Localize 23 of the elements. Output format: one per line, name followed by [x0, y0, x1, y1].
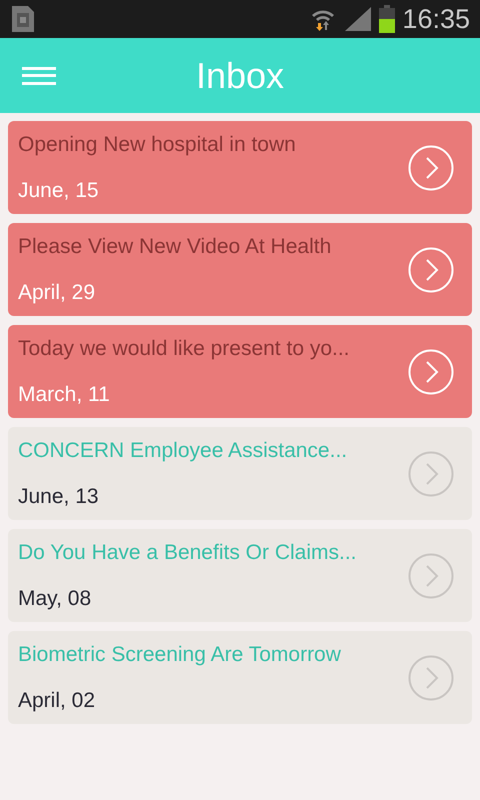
message-date: April, 29: [18, 280, 96, 306]
message-date: June, 13: [18, 484, 100, 510]
message-card[interactable]: Do You Have a Benefits Or Claims... May, 08: [8, 529, 472, 622]
signal-icon: [344, 6, 372, 32]
message-title: Today we would like present to yo...: [18, 336, 351, 362]
message-title: Please View New Video At Health: [18, 234, 332, 260]
message-title: Biometric Screening Are Tomorrow: [18, 642, 342, 668]
clock-time: 16:35: [402, 2, 470, 36]
chevron-right-icon[interactable]: [408, 654, 454, 700]
chevron-right-icon[interactable]: [408, 450, 454, 496]
menu-icon[interactable]: [22, 64, 56, 86]
message-card[interactable]: CONCERN Employee Assistance... June, 13: [8, 427, 472, 520]
message-title: Opening New hospital in town: [18, 132, 297, 158]
message-card[interactable]: Biometric Screening Are Tomorrow April, 02: [8, 631, 472, 724]
message-date: April, 02: [18, 688, 96, 714]
message-date: June, 15: [18, 178, 100, 204]
message-date: May, 08: [18, 586, 92, 612]
battery-icon: [378, 5, 396, 33]
message-title: CONCERN Employee Assistance...: [18, 438, 348, 464]
chevron-right-icon[interactable]: [408, 552, 454, 598]
message-date: March, 11: [18, 382, 111, 408]
screen-title: Inbox: [196, 54, 284, 98]
message-title: Do You Have a Benefits Or Claims...: [18, 540, 358, 566]
